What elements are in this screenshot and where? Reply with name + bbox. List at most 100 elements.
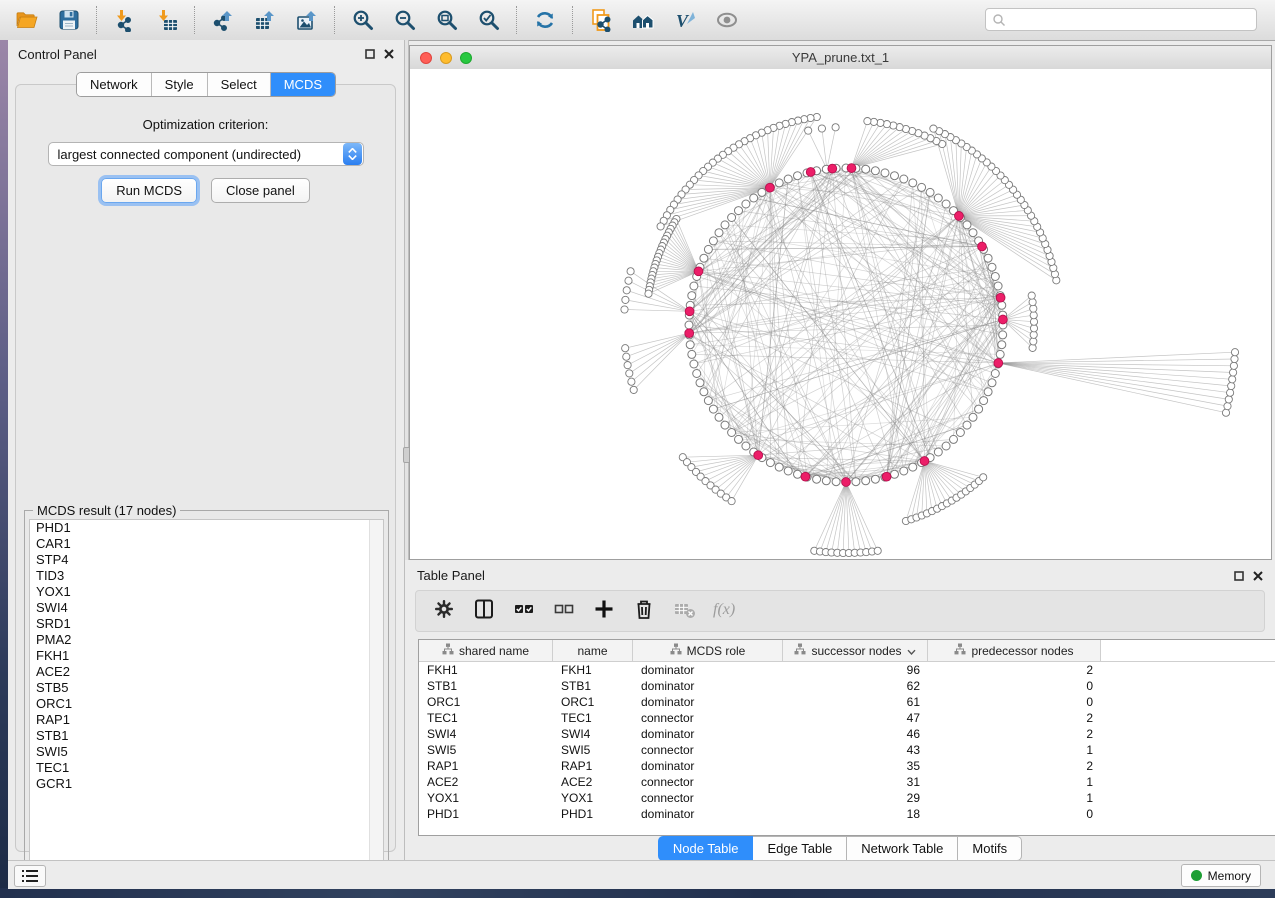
mcds-result-item[interactable]: YOX1: [30, 584, 383, 600]
cell-mcds_role[interactable]: dominator: [633, 679, 783, 693]
cell-predecessor[interactable]: 1: [928, 775, 1101, 789]
mcds-result-item[interactable]: SWI5: [30, 744, 383, 760]
network-from-selection-button[interactable]: [580, 3, 622, 37]
fx-button[interactable]: f(x): [706, 593, 742, 629]
cell-mcds_role[interactable]: dominator: [633, 807, 783, 821]
first-neighbors-button[interactable]: [622, 3, 664, 37]
table-row[interactable]: RAP1RAP1dominator352: [419, 758, 1275, 774]
search-input[interactable]: [1006, 12, 1256, 28]
column-header-successor-nodes[interactable]: successor nodes: [783, 640, 928, 661]
mcds-result-item[interactable]: PMA2: [30, 632, 383, 648]
tab-edge-table[interactable]: Edge Table: [753, 836, 847, 861]
mcds-result-item[interactable]: STP4: [30, 552, 383, 568]
cell-successor[interactable]: 47: [783, 711, 928, 725]
cell-name[interactable]: SWI5: [553, 743, 633, 757]
close-table-panel-icon[interactable]: [1253, 571, 1263, 581]
mcds-result-item[interactable]: ORC1: [30, 696, 383, 712]
cell-name[interactable]: PHD1: [553, 807, 633, 821]
mcds-result-item[interactable]: PHD1: [30, 520, 383, 536]
cell-successor[interactable]: 62: [783, 679, 928, 693]
cell-shared_name[interactable]: ORC1: [419, 695, 553, 709]
cell-mcds_role[interactable]: dominator: [633, 759, 783, 773]
table-row[interactable]: FKH1FKH1dominator962: [419, 662, 1275, 678]
close-panel-button[interactable]: Close panel: [211, 178, 310, 203]
cell-successor[interactable]: 46: [783, 727, 928, 741]
mcds-result-list[interactable]: PHD1CAR1STP4TID3YOX1SWI4SRD1PMA2FKH1ACE2…: [29, 519, 384, 875]
network-graph[interactable]: [410, 69, 1271, 559]
table-row[interactable]: SWI5SWI5connector431: [419, 742, 1275, 758]
cell-name[interactable]: STB1: [553, 679, 633, 693]
task-history-button[interactable]: [14, 865, 46, 887]
cell-predecessor[interactable]: 2: [928, 711, 1101, 725]
cell-name[interactable]: TEC1: [553, 711, 633, 725]
gear-button[interactable]: [426, 593, 462, 629]
export-table-button[interactable]: [244, 3, 286, 37]
cell-shared_name[interactable]: RAP1: [419, 759, 553, 773]
cell-predecessor[interactable]: 2: [928, 759, 1101, 773]
tab-style[interactable]: Style: [152, 73, 208, 96]
cell-mcds_role[interactable]: connector: [633, 743, 783, 757]
float-panel-icon[interactable]: [365, 49, 375, 59]
columns-button[interactable]: [466, 593, 502, 629]
export-network-button[interactable]: [202, 3, 244, 37]
table-row[interactable]: YOX1YOX1connector291: [419, 790, 1275, 806]
network-window-titlebar[interactable]: YPA_prune.txt_1: [410, 46, 1271, 70]
save-session-button[interactable]: [48, 3, 90, 37]
cell-successor[interactable]: 29: [783, 791, 928, 805]
zoom-in-button[interactable]: [342, 3, 384, 37]
table-row[interactable]: SWI4SWI4dominator462: [419, 726, 1275, 742]
table-row[interactable]: STB1STB1dominator620: [419, 678, 1275, 694]
mcds-result-item[interactable]: ACE2: [30, 664, 383, 680]
cell-shared_name[interactable]: SWI4: [419, 727, 553, 741]
cell-name[interactable]: YOX1: [553, 791, 633, 805]
tab-network[interactable]: Network: [77, 73, 152, 96]
select-all-button[interactable]: [506, 593, 542, 629]
cell-predecessor[interactable]: 0: [928, 679, 1101, 693]
mcds-result-item[interactable]: CAR1: [30, 536, 383, 552]
cell-predecessor[interactable]: 1: [928, 743, 1101, 757]
cell-shared_name[interactable]: STB1: [419, 679, 553, 693]
mcds-result-item[interactable]: RAP1: [30, 712, 383, 728]
cell-name[interactable]: SWI4: [553, 727, 633, 741]
cell-shared_name[interactable]: PHD1: [419, 807, 553, 821]
cell-mcds_role[interactable]: dominator: [633, 727, 783, 741]
table-row[interactable]: ACE2ACE2connector311: [419, 774, 1275, 790]
cell-shared_name[interactable]: FKH1: [419, 663, 553, 677]
cell-predecessor[interactable]: 0: [928, 695, 1101, 709]
cell-successor[interactable]: 61: [783, 695, 928, 709]
cell-predecessor[interactable]: 1: [928, 791, 1101, 805]
cell-name[interactable]: ACE2: [553, 775, 633, 789]
tab-network-table[interactable]: Network Table: [847, 836, 958, 861]
cell-mcds_role[interactable]: dominator: [633, 663, 783, 677]
deselect-all-button[interactable]: [546, 593, 582, 629]
mcds-result-item[interactable]: SRD1: [30, 616, 383, 632]
zoom-fit-button[interactable]: [426, 3, 468, 37]
tab-mcds[interactable]: MCDS: [271, 73, 335, 96]
mcds-result-item[interactable]: SWI4: [30, 600, 383, 616]
table-row[interactable]: PHD1PHD1dominator180: [419, 806, 1275, 822]
mcds-result-item[interactable]: STB5: [30, 680, 383, 696]
cell-mcds_role[interactable]: dominator: [633, 695, 783, 709]
cell-shared_name[interactable]: TEC1: [419, 711, 553, 725]
import-table-button[interactable]: [146, 3, 188, 37]
cell-name[interactable]: FKH1: [553, 663, 633, 677]
column-header-MCDS-role[interactable]: MCDS role: [633, 640, 783, 661]
tab-select[interactable]: Select: [208, 73, 271, 96]
tab-node-table[interactable]: Node Table: [658, 836, 754, 861]
delete-table-button[interactable]: [666, 593, 702, 629]
run-mcds-button[interactable]: Run MCDS: [101, 178, 197, 203]
cell-name[interactable]: RAP1: [553, 759, 633, 773]
float-table-panel-icon[interactable]: [1234, 571, 1244, 581]
cell-predecessor[interactable]: 2: [928, 727, 1101, 741]
cell-predecessor[interactable]: 0: [928, 807, 1101, 821]
mcds-result-item[interactable]: GCR1: [30, 776, 383, 792]
show-hide-button[interactable]: [706, 3, 748, 37]
tab-motifs[interactable]: Motifs: [958, 836, 1022, 861]
table-row[interactable]: ORC1ORC1dominator610: [419, 694, 1275, 710]
list-scrollbar[interactable]: [369, 520, 383, 874]
column-header-shared-name[interactable]: shared name: [419, 640, 553, 661]
close-panel-icon[interactable]: [384, 49, 394, 59]
open-file-button[interactable]: [6, 3, 48, 37]
delete-button[interactable]: [626, 593, 662, 629]
column-header-predecessor-nodes[interactable]: predecessor nodes: [928, 640, 1101, 661]
